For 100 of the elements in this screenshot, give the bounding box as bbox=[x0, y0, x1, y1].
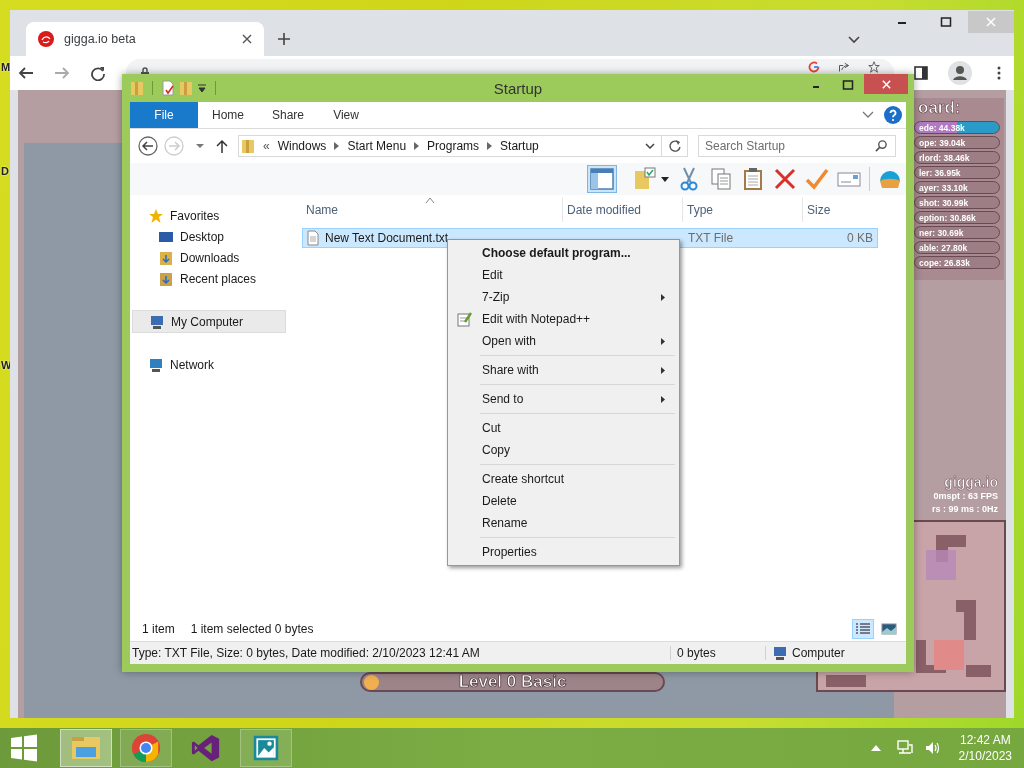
desktop-icon-label: W bbox=[1, 358, 12, 372]
search-field[interactable]: Search Startup bbox=[698, 135, 896, 157]
menu-item[interactable]: Open with bbox=[450, 330, 677, 352]
breadcrumb-arrow-icon[interactable] bbox=[334, 142, 340, 150]
breadcrumb-item[interactable]: Windows bbox=[277, 139, 327, 153]
menu-item[interactable]: Share with bbox=[450, 359, 677, 381]
show-hidden-icons-icon[interactable] bbox=[870, 745, 881, 751]
folder-icon bbox=[158, 249, 174, 266]
menu-item[interactable]: Rename bbox=[450, 512, 677, 534]
refresh-icon bbox=[667, 139, 682, 153]
ribbon-tab[interactable]: File bbox=[130, 102, 198, 128]
breadcrumb-item[interactable]: Programs bbox=[427, 139, 480, 153]
menu-item[interactable]: Edit with Notepad++ bbox=[450, 308, 677, 330]
breadcrumb-arrow-icon[interactable] bbox=[414, 142, 420, 150]
network-icon bbox=[148, 356, 164, 373]
start-button-icon[interactable] bbox=[10, 734, 38, 762]
leaderboard-entry: ner: 30.69k bbox=[914, 226, 1000, 239]
selection-info: 1 item selected 0 bytes bbox=[190, 622, 314, 636]
browser-icon bbox=[131, 733, 161, 763]
close-icon bbox=[880, 78, 892, 90]
caret-icon[interactable] bbox=[661, 176, 669, 182]
profile-avatar-icon[interactable] bbox=[948, 61, 972, 85]
menu-item[interactable]: Edit bbox=[450, 264, 677, 286]
star-icon bbox=[148, 207, 164, 224]
menu-item[interactable]: 7-Zip bbox=[450, 286, 677, 308]
menu-item[interactable]: Create shortcut bbox=[450, 468, 677, 490]
close-icon[interactable] bbox=[242, 34, 252, 44]
location-info: Computer bbox=[792, 646, 845, 660]
address-bar[interactable]: « Windows Start Menu Programs Startup bbox=[238, 135, 662, 157]
browser-tab[interactable]: gigga.io beta bbox=[26, 22, 264, 56]
menu-item[interactable]: Send to bbox=[450, 388, 677, 410]
chevron-down-icon[interactable] bbox=[862, 111, 874, 119]
details-view-button[interactable] bbox=[852, 619, 874, 639]
menu-item[interactable]: Properties bbox=[450, 541, 677, 563]
nav-item[interactable]: Desktop bbox=[130, 226, 286, 247]
recent-locations-icon[interactable] bbox=[196, 143, 204, 149]
network-icon[interactable] bbox=[896, 740, 913, 756]
taskbar-app-button[interactable] bbox=[240, 729, 292, 767]
window-title: Startup bbox=[493, 79, 543, 97]
size-info: 0 bytes bbox=[671, 646, 766, 660]
nav-item[interactable]: Downloads bbox=[130, 247, 286, 268]
nav-item[interactable]: Recent places bbox=[130, 268, 286, 289]
ribbon-tab[interactable]: View bbox=[318, 102, 375, 128]
folder-check-icon[interactable] bbox=[633, 167, 657, 191]
leaderboard-entry: ope: 39.04k bbox=[914, 136, 1000, 149]
breadcrumb-overflow[interactable]: « bbox=[263, 139, 270, 153]
breadcrumb-item[interactable]: Startup bbox=[500, 139, 539, 153]
computer-icon bbox=[772, 645, 788, 661]
volume-icon[interactable] bbox=[924, 740, 941, 756]
performance-stat: rs : 99 ms : 0Hz bbox=[931, 503, 998, 516]
submenu-arrow-icon bbox=[661, 293, 665, 301]
delete-icon[interactable] bbox=[773, 167, 797, 191]
submenu-arrow-icon bbox=[661, 337, 665, 345]
nav-item[interactable]: My Computer bbox=[132, 310, 286, 333]
column-header[interactable]: Name bbox=[302, 198, 563, 222]
refresh-button[interactable] bbox=[662, 135, 688, 157]
menu-item[interactable]: Cut bbox=[450, 417, 677, 439]
leaderboard-entry: rlord: 38.46k bbox=[914, 151, 1000, 164]
checkmark-icon[interactable] bbox=[805, 167, 829, 191]
desktop-icon-label: M bbox=[1, 60, 12, 74]
breadcrumb-arrow-icon[interactable] bbox=[487, 142, 493, 150]
desktop-icon-label: D bbox=[1, 164, 10, 178]
reload-icon[interactable] bbox=[90, 65, 106, 81]
back-icon[interactable] bbox=[138, 136, 158, 156]
google-icon[interactable] bbox=[808, 61, 820, 73]
ribbon-tab[interactable]: Home bbox=[198, 102, 258, 128]
help-icon[interactable] bbox=[884, 106, 902, 124]
back-icon[interactable] bbox=[18, 65, 34, 81]
star-icon[interactable] bbox=[868, 61, 880, 73]
clipboard-icon[interactable] bbox=[741, 167, 765, 191]
dropdown-icon[interactable] bbox=[197, 83, 207, 93]
nav-item[interactable]: Favorites bbox=[130, 205, 286, 226]
sidebar-icon[interactable] bbox=[914, 66, 928, 80]
computer-icon bbox=[149, 313, 165, 330]
chevron-down-icon[interactable] bbox=[645, 143, 655, 149]
new-tab-icon[interactable] bbox=[278, 33, 290, 45]
nav-item[interactable]: Network bbox=[130, 354, 286, 375]
menu-item[interactable]: Copy bbox=[450, 439, 677, 461]
file-details: Type: TXT File, Size: 0 bytes, Date modified: 2/10/2023 12:41 AM bbox=[130, 646, 671, 660]
xp-dot-icon bbox=[364, 675, 379, 690]
menu-item[interactable]: Delete bbox=[450, 490, 677, 512]
folder-icon bbox=[70, 734, 102, 762]
properties-icon[interactable] bbox=[161, 80, 175, 96]
breadcrumb-item[interactable]: Start Menu bbox=[347, 139, 407, 153]
column-header[interactable]: Size bbox=[803, 198, 876, 222]
column-header[interactable]: Type bbox=[683, 198, 803, 222]
forward-icon[interactable] bbox=[54, 65, 70, 81]
column-header[interactable]: Date modified bbox=[563, 198, 683, 222]
pane-layout-icon bbox=[590, 168, 614, 190]
chevron-down-icon[interactable] bbox=[848, 36, 860, 44]
tab-title: gigga.io beta bbox=[64, 32, 137, 46]
notepad-icon bbox=[456, 311, 472, 327]
folder-icon bbox=[158, 270, 174, 287]
level-label: Level 0 Basic bbox=[458, 672, 567, 692]
up-arrow-icon[interactable] bbox=[216, 139, 228, 153]
taskbar-app-button[interactable] bbox=[120, 729, 172, 767]
share-icon[interactable] bbox=[838, 61, 850, 73]
ribbon-tab[interactable]: Share bbox=[258, 102, 319, 128]
submenu-arrow-icon bbox=[661, 395, 665, 403]
layout-button[interactable] bbox=[587, 165, 617, 193]
